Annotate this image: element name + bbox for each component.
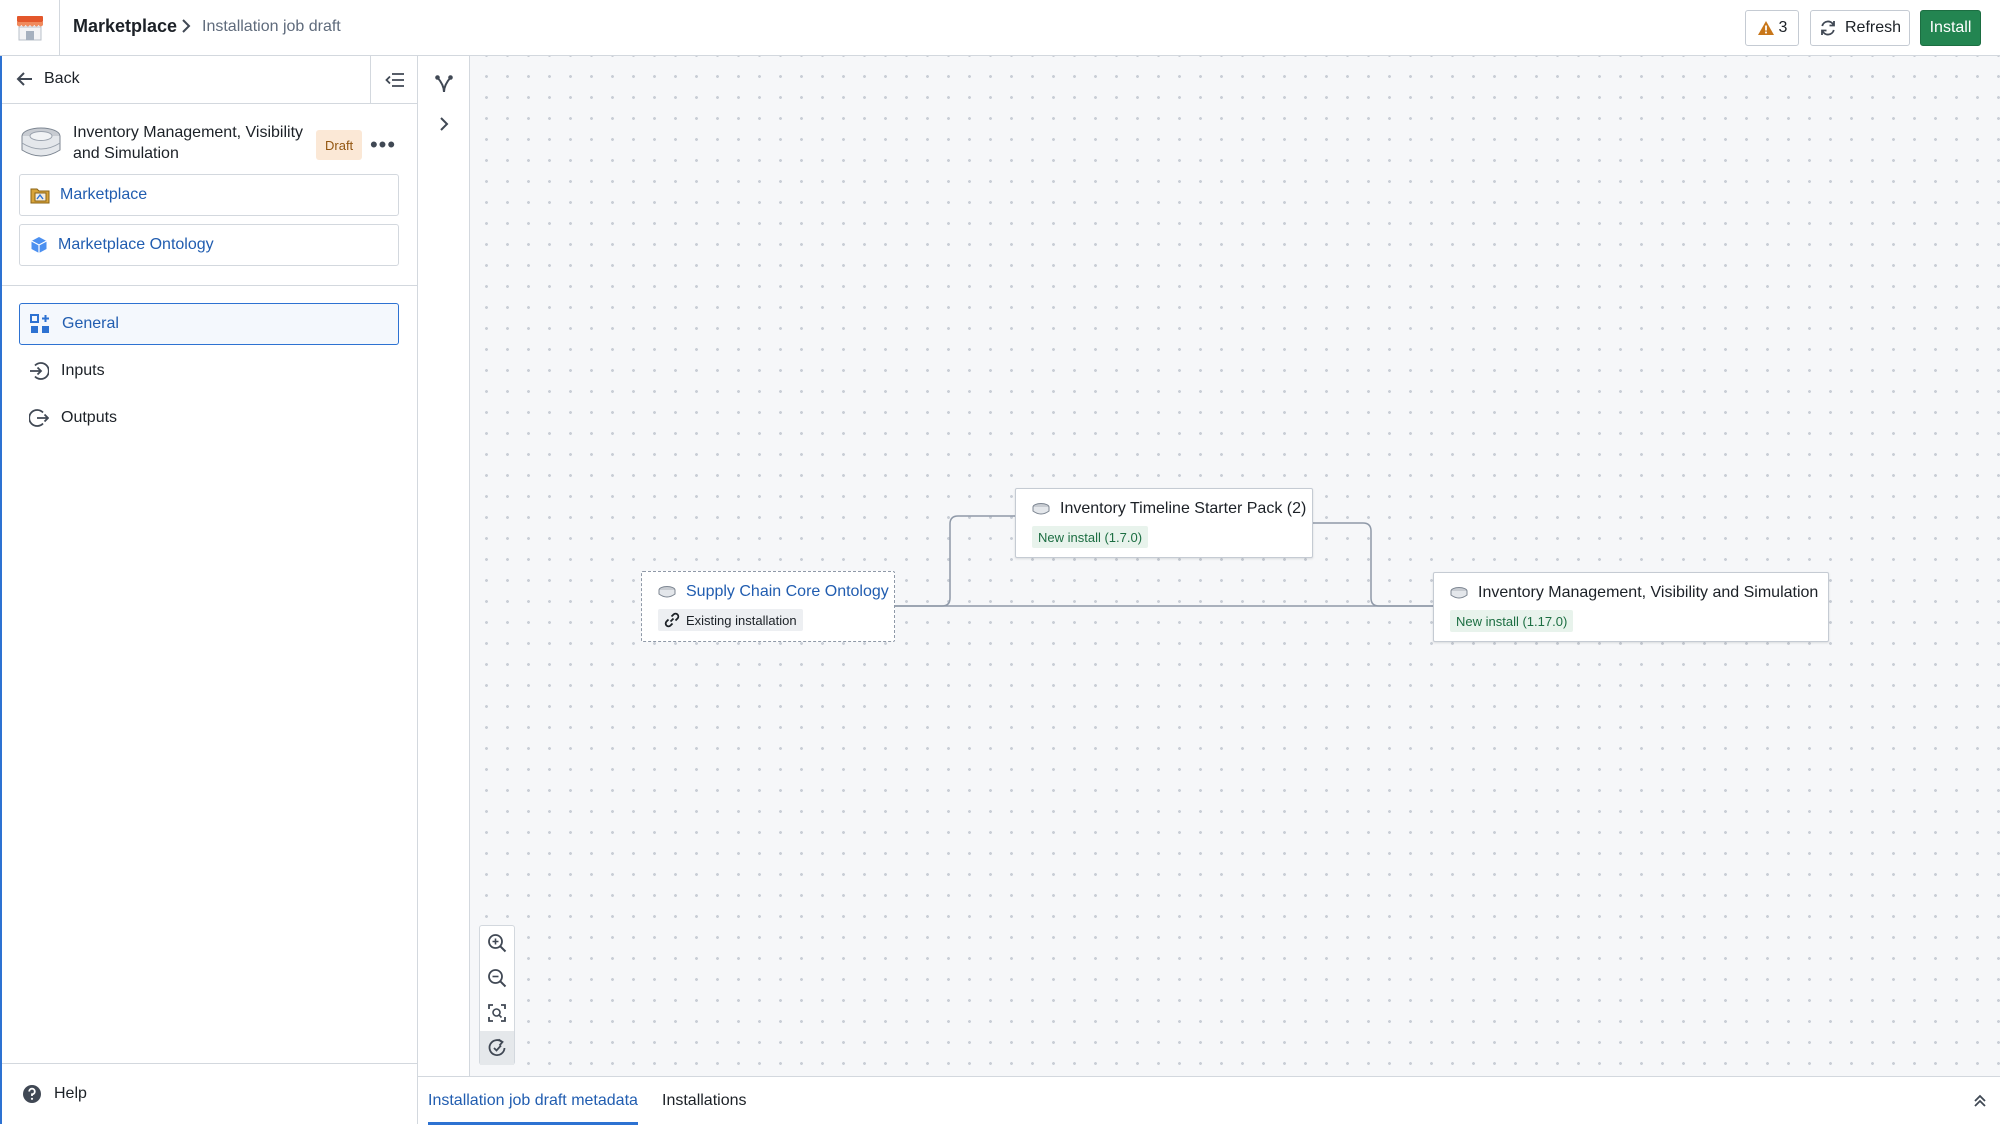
bottom-panel-tabs: Installation job draft metadata Installa… (418, 1076, 2000, 1125)
arrow-left-icon (16, 72, 32, 86)
help-row: Help (0, 1063, 418, 1124)
left-sidebar: Back Inventory Management, Visibility an… (0, 56, 418, 1124)
node-title-label: Inventory Management, Visibility and Sim… (1478, 584, 1819, 601)
graph-node-inventory-management[interactable]: Inventory Management, Visibility and Sim… (1433, 572, 1829, 642)
graph-layout-icon[interactable] (432, 72, 456, 96)
auto-layout-icon[interactable] (480, 1031, 514, 1065)
back-label: Back (44, 70, 80, 87)
package-icon (658, 586, 676, 598)
expand-panel-chevron-icon[interactable] (432, 112, 456, 136)
node-title-label: Supply Chain Core Ontology (686, 583, 889, 600)
grid-icon (30, 314, 49, 333)
graph-canvas[interactable]: Supply Chain Core Ontology Existing inst… (470, 56, 2000, 1076)
sidebar-item-inputs-label: Inputs (61, 362, 105, 379)
zoom-controls (479, 925, 515, 1065)
marketplace-link-label: Marketplace (60, 186, 148, 203)
graph-edges (895, 511, 1442, 611)
node-title: Inventory Management, Visibility and Sim… (1450, 584, 1818, 602)
log-in-icon (30, 362, 49, 380)
node-title: Inventory Timeline Starter Pack (2) (1032, 500, 1306, 518)
warning-icon (1757, 21, 1774, 35)
tab-installation-job-draft-metadata[interactable]: Installation job draft metadata (428, 1077, 638, 1125)
refresh-icon (1821, 20, 1835, 36)
warning-count: 3 (1778, 19, 1788, 36)
new-install-tag: New install (1.7.0) (1032, 526, 1149, 548)
sidebar-item-outputs-label: Outputs (61, 409, 118, 426)
marketplace-logo-icon[interactable] (0, 0, 60, 56)
back-row: Back (0, 56, 418, 104)
sidebar-divider (0, 285, 418, 286)
menu-closed-icon (384, 73, 404, 87)
double-chevron-up-icon[interactable] (1968, 1089, 1992, 1113)
chevron-right-icon (180, 18, 192, 39)
package-icon (1032, 503, 1050, 515)
breadcrumb-current: Installation job draft (202, 18, 341, 35)
graph-node-supply-chain[interactable]: Supply Chain Core Ontology Existing inst… (641, 571, 895, 642)
product-header: Inventory Management, Visibility and Sim… (20, 122, 410, 168)
existing-installation-tag: Existing installation (658, 609, 803, 631)
refresh-label: Refresh (1844, 19, 1902, 36)
install-button[interactable]: Install (1920, 10, 1981, 46)
sidebar-item-outputs[interactable]: Outputs (19, 397, 399, 439)
edge-timeline-to-inventory-mgmt (1313, 522, 1433, 607)
product-package-icon (21, 127, 61, 157)
warnings-button[interactable]: 3 (1745, 10, 1799, 46)
status-badge: Draft (316, 130, 363, 160)
sidebar-edge (0, 56, 2, 1124)
more-options-icon[interactable]: ••• (368, 130, 398, 160)
package-icon (1450, 587, 1468, 599)
sidebar-item-general[interactable]: General (19, 303, 399, 345)
back-button[interactable]: Back (16, 70, 80, 88)
refresh-button[interactable]: Refresh (1810, 10, 1910, 46)
zoom-out-icon[interactable] (480, 961, 514, 995)
help-icon (23, 1085, 41, 1103)
edge-supply-to-timeline (895, 515, 1015, 607)
link-icon (664, 612, 680, 628)
top-bar: Marketplace Installation job draft 3 Ref… (0, 0, 2000, 56)
ontology-cube-icon (31, 237, 47, 253)
node-title-label: Inventory Timeline Starter Pack (2) (1060, 500, 1307, 517)
help-button[interactable]: Help (22, 1084, 87, 1104)
sidebar-item-general-label: General (62, 315, 119, 332)
new-install-tag: New install (1.17.0) (1450, 610, 1574, 632)
node-title: Supply Chain Core Ontology (658, 583, 889, 601)
marketplace-link[interactable]: Marketplace (19, 174, 399, 216)
zoom-in-icon[interactable] (480, 926, 514, 960)
graph-node-inventory-timeline[interactable]: Inventory Timeline Starter Pack (2) New … (1015, 488, 1313, 558)
collapse-sidebar-button[interactable] (370, 56, 418, 104)
marketplace-ontology-link-label: Marketplace Ontology (58, 236, 214, 253)
help-label: Help (54, 1085, 87, 1102)
marketplace-folder-icon (30, 188, 50, 204)
node-tag-label: Existing installation (686, 612, 797, 628)
tab-installations[interactable]: Installations (662, 1077, 747, 1125)
graph-toolbar (418, 56, 470, 1076)
sidebar-item-inputs[interactable]: Inputs (19, 350, 399, 392)
fit-to-screen-icon[interactable] (480, 996, 514, 1030)
breadcrumb-root[interactable]: Marketplace (73, 16, 177, 37)
product-name: Inventory Management, Visibility and Sim… (73, 124, 304, 162)
log-out-icon (29, 409, 49, 427)
marketplace-ontology-link[interactable]: Marketplace Ontology (19, 224, 399, 266)
